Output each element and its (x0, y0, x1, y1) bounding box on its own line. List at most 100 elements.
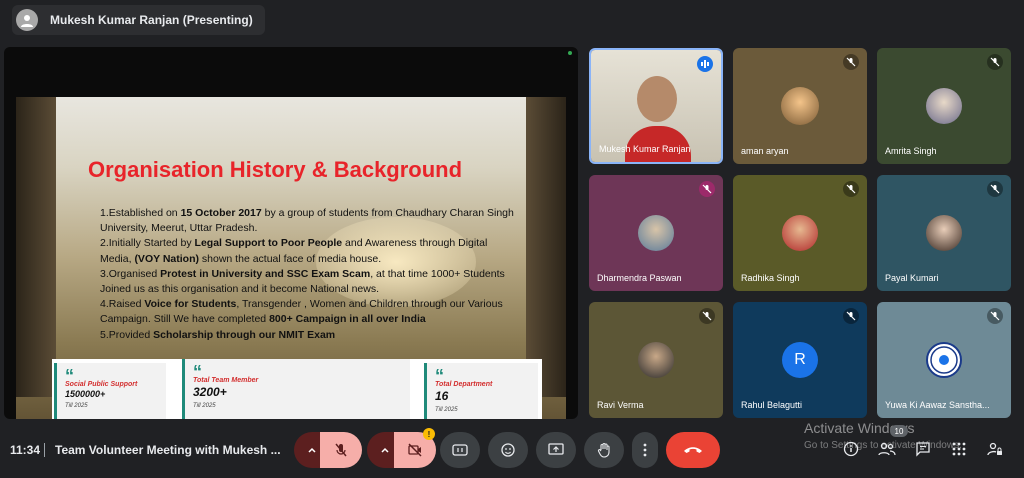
meeting-details-button[interactable] (842, 440, 860, 458)
quote-icon: “ (65, 366, 74, 386)
meeting-title: Team Volunteer Meeting with Mukesh ... (55, 443, 281, 457)
more-options-button[interactable] (632, 432, 658, 468)
presentation-stage[interactable]: Organisation History & Background 1.Esta… (4, 47, 578, 419)
mic-off-icon (699, 181, 715, 197)
participant-avatar (926, 88, 962, 124)
stat-card-public-support: “ Social Public Support 1500000+ Till 20… (54, 363, 166, 419)
participant-tile[interactable]: Payal Kumari (877, 175, 1011, 291)
participant-tile[interactable]: R Rahul Belagutti (733, 302, 867, 418)
slide-point-2: 2.Initially Started by Legal Support to … (100, 237, 488, 265)
participant-name: aman aryan (741, 146, 789, 156)
lock-person-icon (987, 442, 1002, 456)
stat-till: Till 2025 (65, 403, 88, 409)
mic-off-icon (987, 308, 1003, 324)
participant-name: Ravi Verma (597, 400, 644, 410)
apps-grid-icon (952, 442, 966, 456)
chat-icon (916, 442, 930, 457)
participant-tile[interactable]: aman aryan (733, 48, 867, 164)
warning-badge: ! (423, 428, 435, 440)
slide-points: 1.Established on 15 October 2017 by a gr… (100, 206, 520, 343)
presenter-pill[interactable]: Mukesh Kumar Ranjan (Presenting) (12, 5, 265, 35)
mic-off-icon (987, 181, 1003, 197)
participant-avatar (782, 215, 818, 251)
participant-tile[interactable]: Dharmendra Paswan (589, 175, 723, 291)
stats-panel: “ Social Public Support 1500000+ Till 20… (52, 359, 542, 419)
emoji-icon (501, 443, 515, 457)
mic-toggle-button[interactable] (320, 432, 362, 468)
chat-button[interactable] (914, 440, 932, 458)
participant-name: Mukesh Kumar Ranjan (599, 144, 691, 154)
control-bar: 11:34 Team Volunteer Meeting with Mukesh… (0, 420, 1024, 478)
mic-off-icon (699, 308, 715, 324)
more-vert-icon (643, 443, 647, 457)
captions-button[interactable] (440, 432, 480, 468)
participant-avatar (781, 87, 819, 125)
participant-name: Radhika Singh (741, 273, 800, 283)
stat-till: Till 2025 (435, 407, 458, 413)
clock-time: 11:34 (10, 443, 41, 457)
stat-card-team-member: “ Total Team Member 3200+ Till 2025 (182, 359, 410, 419)
slide: Organisation History & Background 1.Esta… (16, 97, 566, 419)
stat-label: Total Team Member (193, 377, 259, 384)
activity-dot (568, 51, 572, 55)
participant-name: Yuwa Ki Aawaz Sanstha... (885, 400, 990, 410)
leave-call-button[interactable] (666, 432, 720, 468)
speaking-indicator-icon (697, 56, 713, 72)
activities-button[interactable] (950, 440, 968, 458)
slide-point-3: 3.Organised Protest in University and SS… (100, 267, 505, 296)
participant-name: Amrita Singh (885, 146, 937, 156)
participant-avatar (638, 342, 674, 378)
slide-point-4: 4.Raised Voice for Students, Transgender… (100, 298, 503, 326)
mic-off-icon (843, 181, 859, 197)
participant-logo (926, 342, 962, 378)
host-controls-button[interactable] (986, 440, 1004, 458)
present-icon (548, 443, 564, 455)
info-icon (843, 441, 859, 457)
participant-initial: R (782, 342, 818, 378)
mic-off-icon (335, 443, 347, 457)
quote-icon: “ (435, 366, 444, 386)
people-count-badge: 10 (890, 425, 908, 437)
slide-title: Organisation History & Background (88, 157, 463, 182)
slide-point-5: 5.Provided Scholarship through our NMIT … (100, 328, 336, 341)
presenter-avatar (16, 9, 38, 31)
participant-avatar (638, 215, 674, 251)
quote-icon: “ (193, 362, 202, 382)
hang-up-icon (684, 447, 702, 453)
hand-icon (597, 442, 610, 458)
stat-value: 1500000+ (65, 389, 106, 399)
mic-off-icon (987, 54, 1003, 70)
raise-hand-button[interactable] (584, 432, 624, 468)
window-frame-left (16, 97, 56, 397)
presenter-title: Mukesh Kumar Ranjan (Presenting) (50, 13, 253, 27)
stat-card-department: “ Total Department 16 Till 2025 (424, 363, 538, 419)
people-icon (878, 442, 896, 456)
presenter-bar: Mukesh Kumar Ranjan (Presenting) (0, 0, 1024, 40)
stat-value: 16 (435, 389, 449, 403)
participant-tile[interactable]: Radhika Singh (733, 175, 867, 291)
participant-tile[interactable]: Ravi Verma (589, 302, 723, 418)
chevron-up-icon (381, 447, 389, 453)
window-frame-right (526, 97, 566, 397)
stat-till: Till 2025 (193, 403, 216, 409)
divider (44, 443, 45, 457)
slide-point-1: 1.Established on 15 October 2017 by a gr… (100, 207, 514, 235)
participant-tile[interactable]: Mukesh Kumar Ranjan (589, 48, 723, 164)
mic-off-icon (843, 54, 859, 70)
participant-name: Dharmendra Paswan (597, 273, 682, 283)
reactions-button[interactable] (488, 432, 528, 468)
camera-off-icon (408, 443, 422, 457)
participant-tile[interactable]: Amrita Singh (877, 48, 1011, 164)
stat-value: 3200+ (193, 385, 227, 399)
people-button[interactable] (878, 440, 896, 458)
participant-tile[interactable]: Yuwa Ki Aawaz Sanstha... (877, 302, 1011, 418)
captions-icon (452, 444, 468, 456)
mic-off-icon (843, 308, 859, 324)
chevron-up-icon (308, 447, 316, 453)
stat-label: Total Department (435, 381, 493, 388)
person-icon (21, 15, 33, 27)
participant-avatar (926, 215, 962, 251)
participant-face (637, 76, 677, 122)
participant-name: Rahul Belagutti (741, 400, 803, 410)
present-screen-button[interactable] (536, 432, 576, 468)
